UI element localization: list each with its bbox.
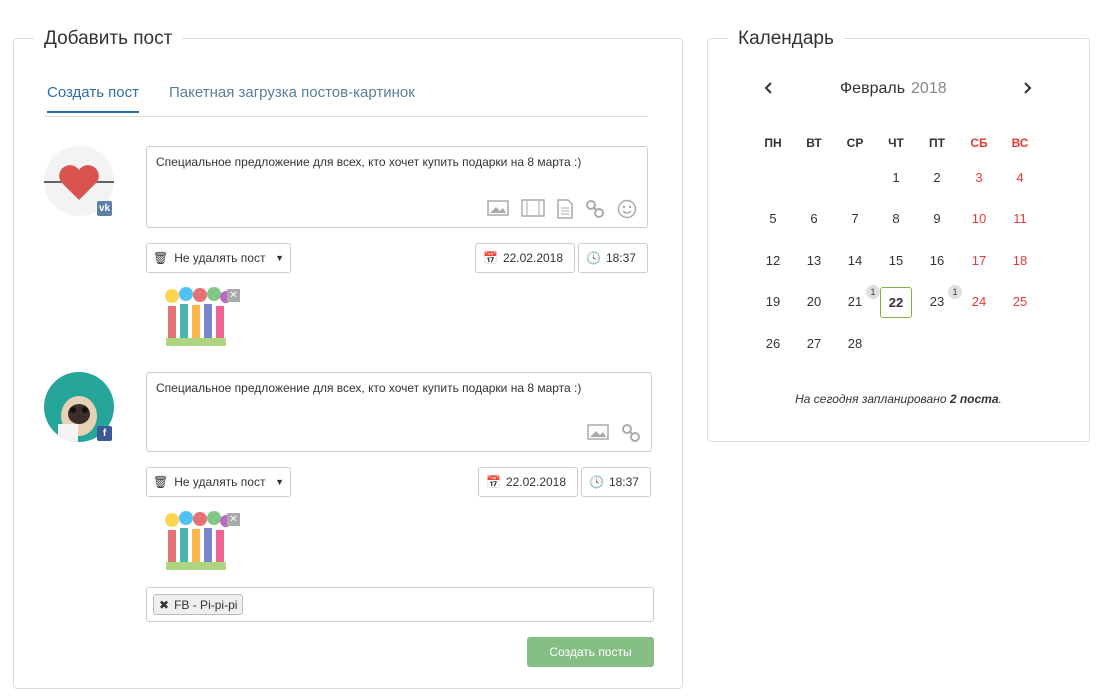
calendar-day[interactable]: 2: [921, 164, 953, 192]
remove-image-button[interactable]: ✕: [227, 289, 240, 302]
calendar-day[interactable]: 20: [798, 288, 830, 316]
add-post-title: Добавить пост: [34, 27, 183, 51]
calendar-icon: 📅: [483, 251, 498, 265]
account-tag: ✖ FB - Pi-pi-pi: [153, 594, 244, 615]
calendar-day[interactable]: 10: [963, 205, 995, 233]
time-input[interactable]: 🕓 18:37: [578, 243, 648, 273]
remove-image-button[interactable]: ✕: [227, 513, 240, 526]
weekday-header: ПН: [764, 136, 782, 150]
calendar-icon: 📅: [486, 475, 501, 489]
calendar-day[interactable]: 13: [798, 247, 830, 275]
summary-prefix: На сегодня запланировано: [795, 392, 947, 406]
attached-image: [160, 510, 232, 572]
summary-count: 2 поста: [949, 392, 999, 406]
tab-batch-upload[interactable]: Пакетная загрузка постов-картинок: [169, 84, 415, 101]
link-icon[interactable]: [585, 199, 605, 219]
calendar-day[interactable]: 16: [921, 247, 953, 275]
time-value: 18:37: [608, 475, 639, 489]
party-image: [165, 287, 232, 346]
weekday-header: СБ: [970, 136, 988, 150]
post-text-field[interactable]: Специальное предложение для всех, кто хо…: [146, 146, 648, 228]
image-icon[interactable]: [587, 423, 609, 441]
post-text: Специальное предложение для всех, кто хо…: [156, 381, 582, 395]
calendar-month: Февраль: [840, 80, 906, 97]
calendar-month-year: Февраль 2018: [840, 80, 947, 98]
account-tags-input[interactable]: ✖ FB - Pi-pi-pi: [146, 587, 654, 622]
trash-icon: 🗑: [153, 475, 169, 489]
caret-down-icon: ▼: [275, 253, 284, 263]
calendar-day[interactable]: 12: [757, 247, 789, 275]
calendar-day[interactable]: 15: [880, 247, 912, 275]
calendar-day[interactable]: 14: [839, 247, 871, 275]
date-input[interactable]: 📅 22.02.2018: [478, 467, 578, 497]
prev-month-button[interactable]: [763, 80, 775, 101]
calendar-day[interactable]: 28: [839, 330, 871, 358]
calendar-day[interactable]: 17: [963, 247, 995, 275]
post-tabs: Создать пост Пакетная загрузка постов-ка…: [44, 75, 648, 117]
calendar-day[interactable]: 24: [963, 288, 995, 316]
weekday-header: ВТ: [806, 136, 822, 150]
remove-tag-icon[interactable]: ✖: [159, 598, 169, 612]
link-icon[interactable]: [621, 423, 641, 443]
weekday-header: ВС: [1011, 136, 1029, 150]
calendar-day[interactable]: 6: [798, 205, 830, 233]
document-icon[interactable]: [557, 199, 573, 219]
time-value: 18:37: [605, 251, 636, 265]
calendar-day[interactable]: 8: [880, 205, 912, 233]
delete-option-select[interactable]: 🗑 Не удалять пост ▼: [146, 243, 291, 273]
create-posts-button[interactable]: Создать посты: [527, 637, 654, 667]
facebook-badge-icon: f: [97, 426, 112, 441]
image-icon[interactable]: [487, 199, 509, 217]
calendar-day[interactable]: 27: [798, 330, 830, 358]
post-count-badge: 1: [866, 285, 880, 299]
calendar-day[interactable]: 25: [1004, 288, 1036, 316]
clock-icon: 🕓: [589, 475, 604, 489]
calendar-day[interactable]: 26: [757, 330, 789, 358]
party-image: [165, 511, 232, 570]
date-value: 22.02.2018: [505, 475, 567, 489]
trash-icon: 🗑: [153, 251, 169, 265]
calendar-day[interactable]: 7: [839, 205, 871, 233]
calendar-day[interactable]: 9: [921, 205, 953, 233]
post-text-field[interactable]: Специальное предложение для всех, кто хо…: [146, 372, 652, 452]
caret-down-icon: ▼: [275, 477, 284, 487]
calendar-day[interactable]: 4: [1004, 164, 1036, 192]
date-input[interactable]: 📅 22.02.2018: [475, 243, 575, 273]
weekday-header: ПТ: [929, 136, 945, 150]
weekday-header: ЧТ: [888, 136, 904, 150]
time-input[interactable]: 🕓 18:37: [581, 467, 651, 497]
calendar-day[interactable]: 11: [1004, 205, 1036, 233]
calendar-day[interactable]: 1: [880, 164, 912, 192]
summary-suffix: .: [998, 392, 1002, 406]
delete-option-value: Не удалять пост: [174, 251, 266, 265]
calendar-day[interactable]: 19: [757, 288, 789, 316]
calendar-year: 2018: [911, 80, 947, 97]
delete-option-select[interactable]: 🗑 Не удалять пост ▼: [146, 467, 291, 497]
calendar-title: Календарь: [728, 27, 844, 51]
emoji-icon[interactable]: [617, 199, 637, 219]
post-text: Специальное предложение для всех, кто хо…: [156, 155, 582, 169]
video-icon[interactable]: [521, 199, 545, 217]
delete-option-value: Не удалять пост: [174, 475, 266, 489]
calendar-summary: На сегодня запланировано 2 поста.: [707, 392, 1090, 406]
weekday-header: СР: [846, 136, 864, 150]
calendar-day[interactable]: 5: [757, 205, 789, 233]
date-value: 22.02.2018: [502, 251, 564, 265]
next-month-button[interactable]: [1021, 80, 1033, 101]
account-tag-label: FB - Pi-pi-pi: [174, 597, 238, 612]
vk-badge-icon: vk: [97, 201, 112, 216]
chevron-left-icon: [764, 82, 772, 94]
calendar-day[interactable]: 3: [963, 164, 995, 192]
chevron-right-icon: [1024, 82, 1032, 94]
tab-create-post[interactable]: Создать пост: [47, 84, 140, 113]
calendar-day[interactable]: 18: [1004, 247, 1036, 275]
clock-icon: 🕓: [586, 251, 601, 265]
calendar-day-today[interactable]: 22: [880, 287, 912, 318]
attached-image: [160, 286, 232, 348]
post-count-badge: 1: [948, 285, 962, 299]
